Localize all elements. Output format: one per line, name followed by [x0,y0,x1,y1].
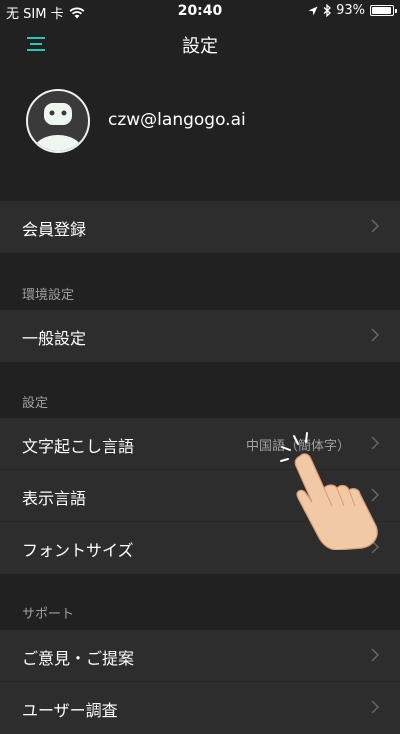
user-email: czw@langogo.ai [108,110,246,130]
feedback-label: ご意見・ご提案 [22,649,135,668]
profile-header[interactable]: czw@langogo.ai [0,82,400,162]
chevron-right-icon [371,219,380,233]
battery-percent: 93% [336,3,365,18]
battery-fill [372,7,391,14]
status-right: 93% [308,3,397,18]
section-header-support: サポート [22,607,75,622]
section-header-settings: 設定 [22,396,49,411]
avatar[interactable] [26,89,90,153]
location-arrow-icon [308,6,318,15]
nav-bar: 設定 [0,22,400,66]
chevron-right-icon [371,328,380,342]
user-survey-label: ユーザー調査 [22,701,118,720]
general-settings-label: 一般設定 [22,329,87,348]
page-title: 設定 [182,36,218,57]
display-language-label: 表示言語 [22,489,87,508]
robot-avatar-icon [34,103,82,151]
feedback-row[interactable]: ご意見・ご提案 [0,630,400,682]
membership-label: 会員登録 [22,220,87,239]
font-size-label: フォントサイズ [22,541,134,560]
chevron-right-icon [371,648,380,662]
transcription-language-label: 文字起こし言語 [22,437,135,456]
status-bar: 无 SIM 卡 20:40 93% [0,0,400,22]
user-survey-row[interactable]: ユーザー調査 [0,682,400,734]
membership-row[interactable]: 会員登録 [0,201,400,253]
tap-hand-icon [280,432,378,550]
chevron-right-icon [371,700,380,714]
general-settings-row[interactable]: 一般設定 [0,310,400,362]
bluetooth-icon [323,4,332,17]
battery-icon [370,5,397,16]
section-header-environment: 環境設定 [22,288,75,303]
